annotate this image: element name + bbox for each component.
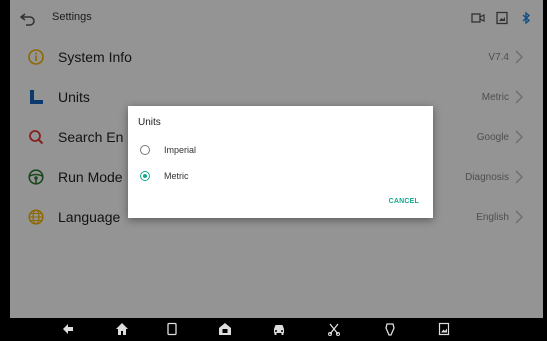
settings-screen: Settings System Info V7.4 Units Metric S… <box>10 0 543 341</box>
system-nav-bar <box>0 318 547 341</box>
diagnostics-home-icon[interactable] <box>218 322 232 336</box>
recent-apps-icon[interactable] <box>165 322 179 336</box>
radio-button-selected[interactable] <box>140 171 150 181</box>
units-dialog: Units Imperial Metric CANCEL <box>128 106 433 218</box>
vci-icon[interactable] <box>383 322 397 336</box>
cancel-button[interactable]: CANCEL <box>389 198 419 205</box>
screenshot-icon[interactable] <box>437 322 451 336</box>
option-label: Imperial <box>164 145 197 155</box>
dialog-title: Units <box>138 117 161 128</box>
home-icon[interactable] <box>115 322 129 336</box>
vehicle-icon[interactable] <box>272 322 286 336</box>
option-imperial[interactable]: Imperial <box>140 142 196 158</box>
option-metric[interactable]: Metric <box>140 168 189 184</box>
option-label: Metric <box>164 171 189 181</box>
tools-icon[interactable] <box>327 322 341 336</box>
back-icon[interactable] <box>61 322 75 336</box>
radio-button[interactable] <box>140 145 150 155</box>
